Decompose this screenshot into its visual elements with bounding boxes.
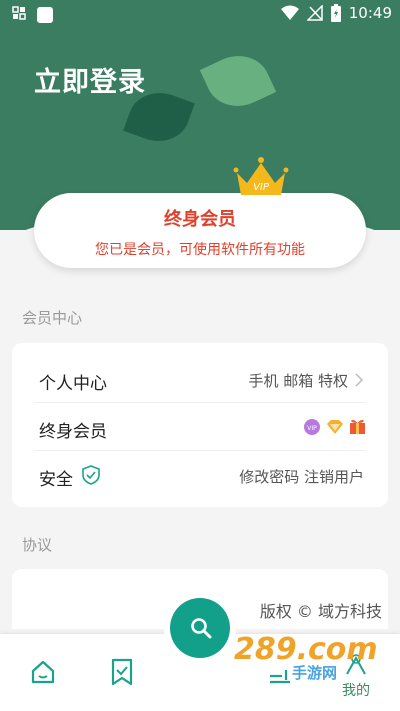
gift-icon bbox=[350, 419, 365, 434]
login-title[interactable]: 立即登录 bbox=[34, 60, 146, 99]
status-bar: 10:49 bbox=[0, 0, 400, 28]
vip-card[interactable]: 终身会员 您已是会员，可使用软件所有功能 bbox=[34, 193, 366, 268]
tab-label-mine[interactable]: 我的 bbox=[342, 680, 370, 700]
diamond-icon bbox=[327, 420, 343, 434]
row-label: 个人中心 bbox=[39, 374, 107, 394]
row-label: 安全 bbox=[39, 470, 73, 490]
member-center-card: 个人中心 手机 邮箱 特权 终身会员 VIP 安全 修改密码 注销用户 bbox=[12, 343, 388, 507]
copyright-text: 版权 © 域方科技 bbox=[259, 602, 382, 621]
battery-icon bbox=[330, 4, 341, 22]
search-fab-button[interactable] bbox=[170, 598, 230, 658]
row-value: 修改密码 注销用户 bbox=[239, 468, 364, 486]
watermark-subtext: 手游网 bbox=[292, 664, 338, 682]
vip-crown-icon: VIP bbox=[233, 157, 289, 195]
home-icon[interactable] bbox=[30, 659, 56, 685]
list-add-icon[interactable] bbox=[268, 668, 292, 684]
no-signal-icon bbox=[306, 5, 323, 21]
search-icon bbox=[191, 618, 212, 639]
bookmark-icon[interactable] bbox=[110, 658, 134, 686]
vip-badge-icon: VIP bbox=[304, 419, 320, 435]
row-security[interactable]: 安全 修改密码 注销用户 bbox=[12, 451, 388, 499]
vip-title: 终身会员 bbox=[164, 209, 236, 230]
app-grid-icon bbox=[12, 6, 26, 20]
row-personal-center[interactable]: 个人中心 手机 邮箱 特权 bbox=[12, 355, 388, 403]
shield-check-icon bbox=[82, 465, 100, 485]
row-label: 终身会员 bbox=[39, 422, 107, 442]
leaf-decoration bbox=[199, 44, 277, 118]
status-time: 10:49 bbox=[348, 4, 392, 22]
row-lifetime-member[interactable]: 终身会员 VIP bbox=[12, 403, 388, 451]
section-label-agreement: 协议 bbox=[22, 536, 53, 554]
wifi-icon bbox=[280, 5, 299, 20]
vip-crown-label: VIP bbox=[253, 182, 270, 193]
section-label-member-center: 会员中心 bbox=[22, 309, 83, 327]
vip-subtitle: 您已是会员，可使用软件所有功能 bbox=[95, 242, 305, 258]
row-value: 手机 邮箱 特权 bbox=[248, 372, 348, 390]
vip-badge-label: VIP bbox=[307, 425, 317, 432]
notification-square-icon bbox=[37, 7, 53, 23]
chevron-right-icon bbox=[355, 373, 364, 387]
